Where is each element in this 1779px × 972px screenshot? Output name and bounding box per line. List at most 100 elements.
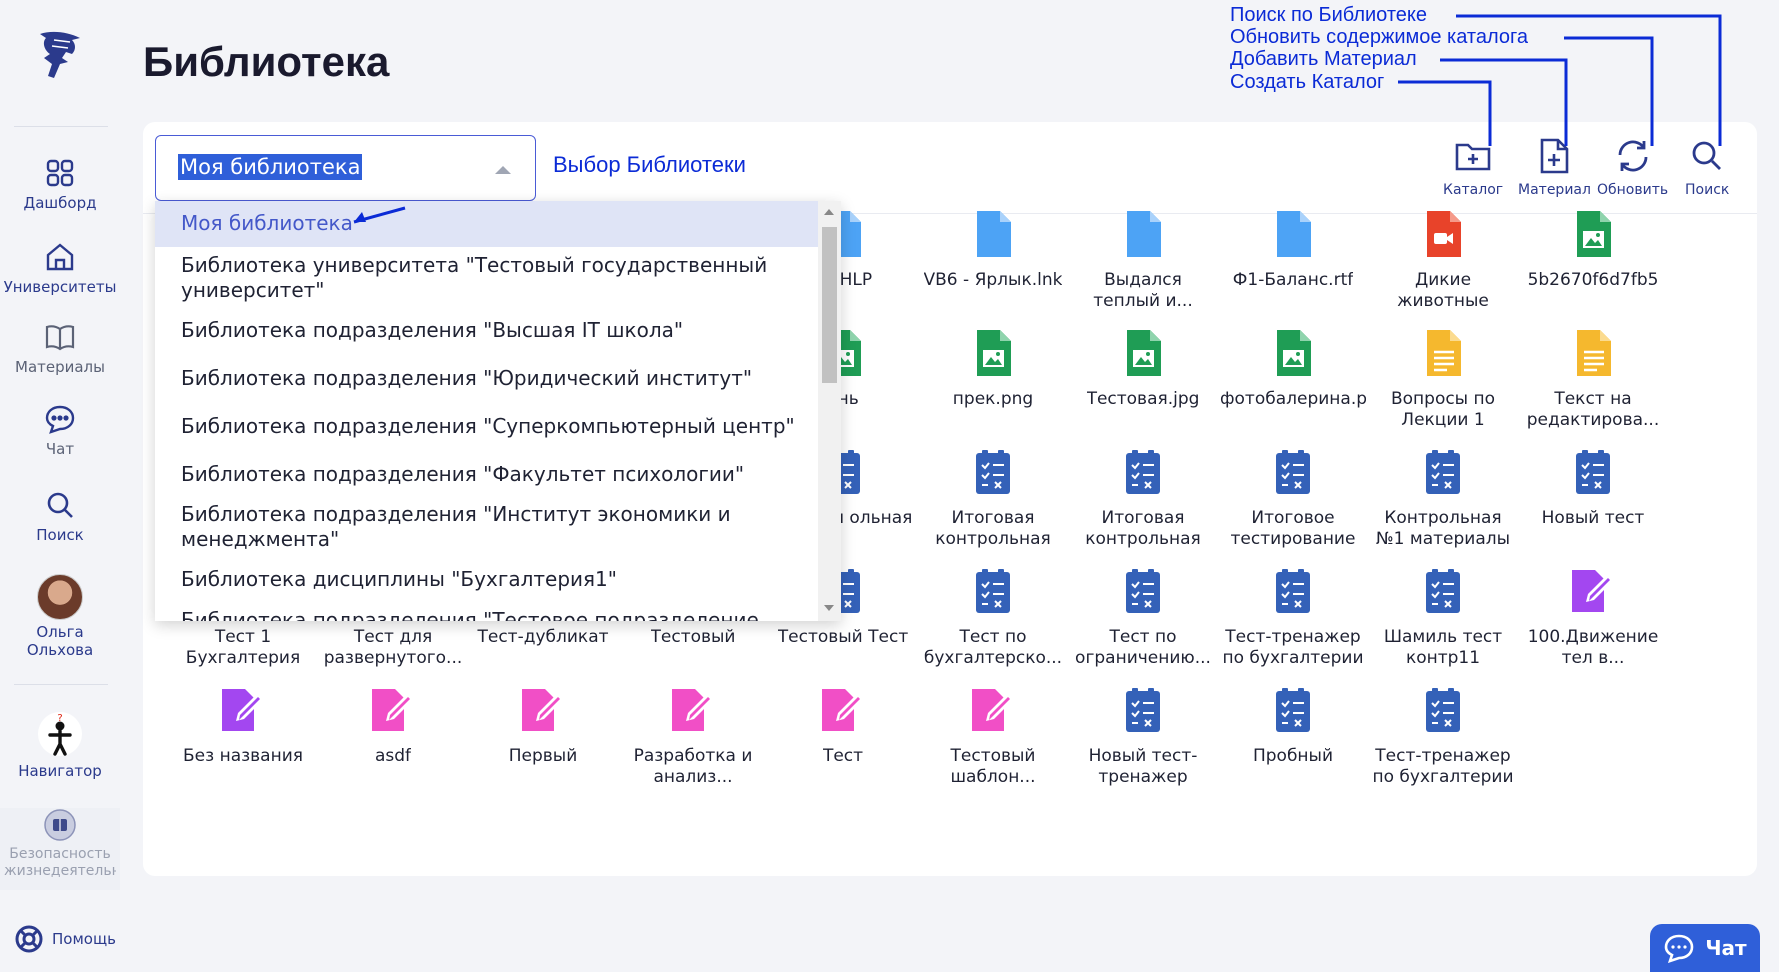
file-item[interactable]: Тестовый шаблон... <box>918 682 1068 788</box>
file-label: Тест-дубликат <box>477 627 609 647</box>
file-label: Разработка и анализ... <box>633 746 753 787</box>
sidebar: Дашборд Университеты Материалы Чат Поиск… <box>0 0 120 972</box>
create-catalog-button[interactable]: Каталог <box>1443 136 1503 198</box>
avatar <box>37 574 83 620</box>
search-icon <box>43 488 77 522</box>
sidebar-item-universities[interactable]: Университеты <box>0 240 120 296</box>
scroll-down-arrow-icon[interactable] <box>824 605 834 611</box>
course-shortcut[interactable]: Безопасность жизнедеятельн <box>0 808 120 890</box>
file-item[interactable]: Пробный <box>1218 682 1368 767</box>
test-blue-file-icon <box>1417 444 1469 500</box>
sidebar-item-label: Материалы <box>15 358 105 376</box>
file-label: Вопросы по Лекции 1 <box>1390 389 1496 430</box>
file-item[interactable]: Без названия <box>168 682 318 767</box>
library-select[interactable]: Моя библиотека <box>155 135 536 201</box>
file-item[interactable]: Итоговое тестирование <box>1218 444 1368 550</box>
file-item[interactable]: Тестовая.jpg <box>1068 325 1218 410</box>
file-item[interactable]: Тест <box>768 682 918 767</box>
page-title: Библиотека <box>143 38 390 85</box>
help-button[interactable]: Помощь <box>14 924 116 954</box>
scroll-up-arrow-icon[interactable] <box>824 209 834 215</box>
dropdown-option[interactable]: Библиотека подразделения "Тестовое подра… <box>155 608 818 621</box>
dropdown-scrollbar[interactable] <box>818 201 841 621</box>
file-label: Тест 1 Бухгалтерия <box>185 627 301 668</box>
sidebar-divider <box>14 126 108 127</box>
file-label: Тестовая.jpg <box>1086 389 1200 409</box>
file-item[interactable]: прек.png <box>918 325 1068 410</box>
dropdown-option[interactable]: Библиотека подразделения "Юридический ин… <box>155 366 818 391</box>
dropdown-option[interactable]: Библиотека подразделения "Институт эконо… <box>155 502 818 552</box>
sidebar-item-search[interactable]: Поиск <box>0 488 120 544</box>
doc-blue-file-icon <box>1267 206 1319 262</box>
file-item[interactable]: 100.Движение тел в... <box>1518 563 1668 669</box>
lifebuoy-icon <box>15 925 43 953</box>
file-label: Тестовый Тест <box>777 627 909 647</box>
file-item[interactable]: Выдался теплый и... <box>1068 206 1218 312</box>
file-plus-icon <box>1534 136 1574 176</box>
edit-pink-file-icon <box>667 682 719 738</box>
file-item[interactable]: Первый <box>468 682 618 767</box>
file-item[interactable]: Итоговая контрольная <box>1068 444 1218 550</box>
university-icon <box>43 240 77 274</box>
file-label: Дикие животные <box>1397 270 1489 311</box>
image-green-file-icon <box>1567 206 1619 262</box>
sidebar-item-dashboard[interactable]: Дашборд <box>0 156 120 212</box>
file-item[interactable]: Ф1-Баланс.rtf <box>1218 206 1368 291</box>
edit-purple-file-icon <box>217 682 269 738</box>
library-dropdown[interactable]: Моя библиотека Библиотека университета "… <box>155 201 841 621</box>
scrollbar-thumb[interactable] <box>822 227 837 383</box>
dropdown-option[interactable]: Библиотека подразделения "Высшая IT школ… <box>155 318 818 343</box>
file-label: VB6 - Ярлык.lnk <box>923 270 1063 290</box>
file-item[interactable]: Тест-тренажер по бухгалтерии <box>1368 682 1518 788</box>
chat-bubble-icon <box>1665 934 1694 963</box>
course-book-icon <box>43 808 77 842</box>
file-item[interactable]: 5b2670f6d7fb5 <box>1518 206 1668 291</box>
navigator-button[interactable]: ? Навигатор <box>0 710 120 780</box>
file-item[interactable]: Тест по ограничению... <box>1068 563 1218 669</box>
file-item[interactable]: Текст на редактирова... <box>1518 325 1668 431</box>
dropdown-option[interactable]: Библиотека дисциплины "Бухгалтерия1" <box>155 567 818 592</box>
refresh-button[interactable]: Обновить <box>1597 136 1668 198</box>
dropdown-option[interactable]: Библиотека подразделения "Факультет псих… <box>155 462 818 487</box>
dropdown-option[interactable]: Библиотека подразделения "Суперкомпьютер… <box>155 414 818 439</box>
user-profile[interactable]: Ольга Ольхова <box>0 574 120 659</box>
file-item[interactable]: Вопросы по Лекции 1 <box>1368 325 1518 431</box>
chat-button[interactable]: Чат <box>1650 924 1760 972</box>
file-item[interactable]: Новый тест <box>1518 444 1668 529</box>
file-label: Ф1-Баланс.rtf <box>1232 270 1354 290</box>
spartan-logo-icon[interactable] <box>32 28 86 82</box>
file-label: Итоговая контрольная <box>1085 508 1201 549</box>
file-item[interactable]: VB6 - Ярлык.lnk <box>918 206 1068 291</box>
file-item[interactable]: Тест-тренажер по бухгалтерии <box>1218 563 1368 669</box>
file-label: Тест для развернутого... <box>323 627 463 668</box>
sidebar-item-chat[interactable]: Чат <box>0 402 120 458</box>
material-label: Материал <box>1518 182 1591 198</box>
test-blue-file-icon <box>1117 682 1169 738</box>
sidebar-item-materials[interactable]: Материалы <box>0 320 120 376</box>
text-yellow-file-icon <box>1567 325 1619 381</box>
file-item[interactable]: фотобалерина.p <box>1218 325 1368 410</box>
test-blue-file-icon <box>1417 682 1469 738</box>
file-item[interactable]: Контрольная №1 материалы <box>1368 444 1518 550</box>
image-green-file-icon <box>1267 325 1319 381</box>
dropdown-option[interactable]: Библиотека университета "Тестовый госуда… <box>155 253 818 303</box>
file-item[interactable]: Итоговая контрольная <box>918 444 1068 550</box>
file-item[interactable]: Разработка и анализ... <box>618 682 768 788</box>
file-item[interactable]: asdf <box>318 682 468 767</box>
annotation-add: Добавить Материал <box>1230 48 1417 70</box>
file-label: Текст на редактирова... <box>1526 389 1660 430</box>
course-label: Безопасность жизнедеятельн <box>4 846 116 879</box>
file-item[interactable]: Тест по бухгалтерско... <box>918 563 1068 669</box>
file-item[interactable]: Дикие животные <box>1368 206 1518 312</box>
sidebar-item-label: Поиск <box>36 526 84 544</box>
library-select-value: Моя библиотека <box>178 154 363 180</box>
file-item[interactable]: Шамиль тест контр11 <box>1368 563 1518 669</box>
file-label: asdf <box>374 746 412 766</box>
image-green-file-icon <box>1117 325 1169 381</box>
file-label: Первый <box>508 746 578 766</box>
add-material-button[interactable]: Материал <box>1518 136 1591 198</box>
file-item[interactable]: Новый тест-тренажер <box>1068 682 1218 788</box>
library-search-button[interactable]: Поиск <box>1685 136 1729 198</box>
test-blue-file-icon <box>1117 563 1169 619</box>
dropdown-option[interactable]: Моя библиотека <box>155 201 818 247</box>
